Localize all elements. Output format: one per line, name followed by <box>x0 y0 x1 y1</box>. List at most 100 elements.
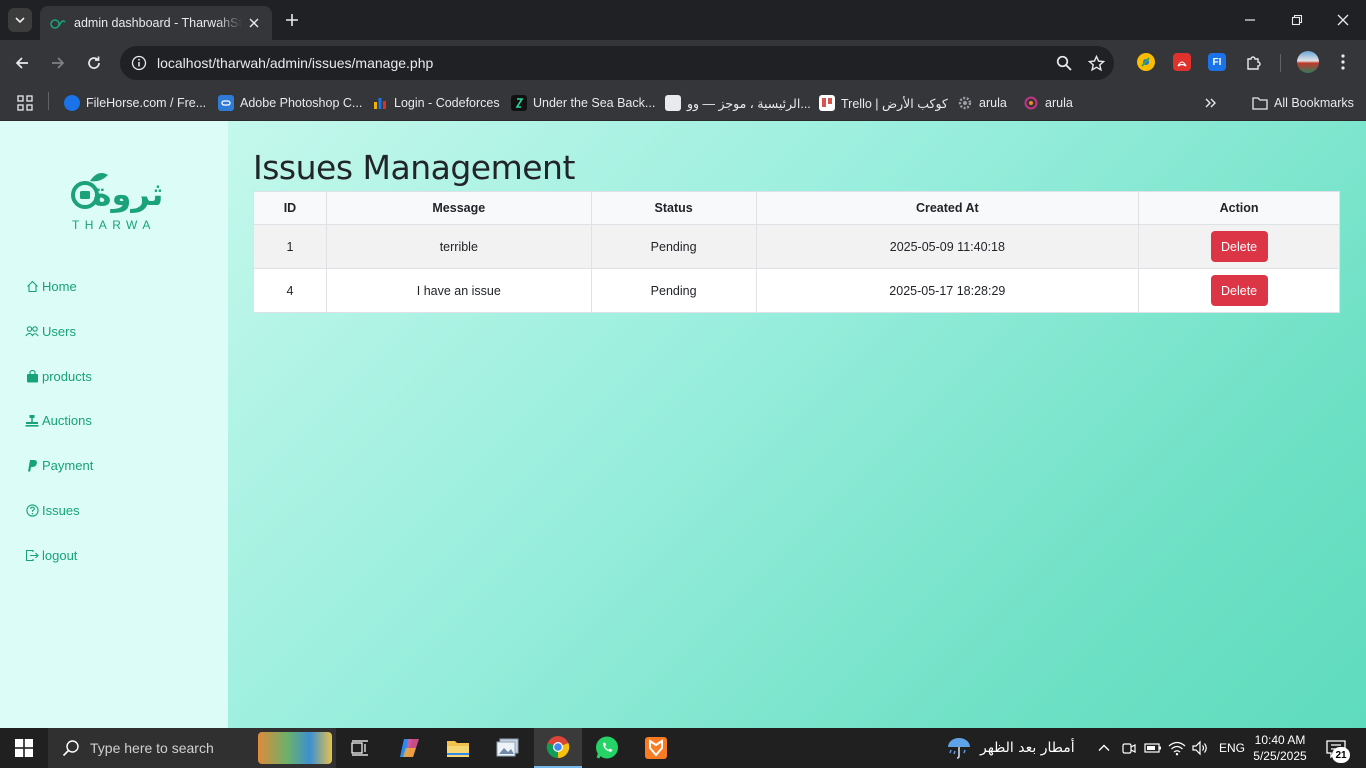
bookmark-item[interactable]: Adobe Photoshop C... <box>218 92 362 114</box>
site-info-icon[interactable] <box>130 54 148 72</box>
svg-text:ثروة: ثروة <box>93 175 164 213</box>
zoom-search-icon[interactable] <box>1055 54 1073 72</box>
start-button[interactable] <box>0 728 48 768</box>
weather-text: أمطار بعد الظهر <box>980 740 1075 756</box>
page-title: Issues Management <box>253 148 575 187</box>
sidebar-item-payment[interactable]: Payment <box>25 455 93 475</box>
bookmarks-divider <box>48 92 49 110</box>
bookmark-item[interactable]: الرئيسية ، موجز — وو... <box>665 92 811 114</box>
xampp-icon <box>645 737 667 759</box>
restore-button[interactable] <box>1285 8 1309 32</box>
image-viewer-icon <box>496 738 519 757</box>
profile-avatar[interactable] <box>1297 51 1319 73</box>
column-header-action: Action <box>1138 191 1340 225</box>
cell-created-at: 2025-05-17 18:28:29 <box>755 268 1140 313</box>
tab-title: admin dashboard - TharwahStore <box>74 16 242 30</box>
sidebar-item-auctions[interactable]: Auctions <box>25 410 92 430</box>
back-button[interactable] <box>9 50 35 76</box>
clock-date: 5/25/2025 <box>1253 749 1307 763</box>
bookmark-item[interactable]: Login - Codeforces <box>372 92 500 114</box>
tharwa-favicon-icon <box>50 15 66 31</box>
close-window-button[interactable] <box>1331 8 1355 32</box>
apps-grid-icon[interactable] <box>17 92 33 114</box>
windows-logo-icon <box>15 739 33 757</box>
issues-table: ID Message Status Created At Action 1 te… <box>253 191 1340 313</box>
people-icon <box>25 324 39 338</box>
fi-ext-icon[interactable]: FI <box>1208 53 1226 71</box>
copilot-app[interactable] <box>386 728 434 768</box>
minimize-button[interactable] <box>1238 8 1262 32</box>
page: ثروة THARWA Home Users products Auctions… <box>0 121 1366 728</box>
xampp-app[interactable] <box>632 728 680 768</box>
more-bookmarks-chevron-icon[interactable] <box>1205 92 1217 114</box>
sidebar-item-products[interactable]: products <box>25 366 92 386</box>
language-indicator[interactable]: ENG <box>1219 728 1245 768</box>
arrow-right-icon <box>52 57 65 69</box>
battery-icon[interactable] <box>1144 728 1162 768</box>
system-clock[interactable]: 10:40 AM 5/25/2025 <box>1252 732 1308 764</box>
cell-id: 1 <box>253 224 327 269</box>
chrome-ext-icon[interactable] <box>1137 53 1155 71</box>
column-header-message: Message <box>325 191 592 225</box>
volume-icon[interactable] <box>1191 728 1209 768</box>
acrobat-ext-icon[interactable] <box>1173 53 1191 71</box>
browser-tab-bar: admin dashboard - TharwahStore <box>0 0 1366 40</box>
cell-status: Pending <box>590 268 757 313</box>
wifi-icon[interactable] <box>1168 728 1186 768</box>
meet-now-icon[interactable] <box>1121 728 1137 768</box>
cell-action: Delete <box>1138 224 1340 269</box>
reload-button[interactable] <box>81 50 107 76</box>
photos-app[interactable] <box>484 728 532 768</box>
bookmark-item[interactable]: FileHorse.com / Fre... <box>64 92 206 114</box>
clock-time: 10:40 AM <box>1254 733 1306 747</box>
tab-close-icon[interactable] <box>246 15 262 31</box>
table-row: 4 I have an issue Pending 2025-05-17 18:… <box>253 268 1340 313</box>
table-row: 1 terrible Pending 2025-05-09 11:40:18 D… <box>253 224 1340 269</box>
tab-search-button[interactable] <box>8 8 32 32</box>
sidebar-item-home[interactable]: Home <box>25 276 77 296</box>
bag-icon <box>25 369 39 383</box>
search-placeholder: Type here to search <box>90 740 214 756</box>
delete-button[interactable]: Delete <box>1210 275 1268 306</box>
sidebar-item-issues[interactable]: Issues <box>25 500 80 520</box>
sidebar-item-users[interactable]: Users <box>25 321 76 341</box>
sidebar-item-logout[interactable]: logout <box>25 545 77 565</box>
bookmark-item[interactable]: Under the Sea Back... <box>511 92 655 114</box>
delete-button[interactable]: Delete <box>1210 231 1268 262</box>
cell-message: I have an issue <box>325 268 592 313</box>
reload-icon <box>88 56 100 69</box>
weather-widget[interactable]: أمطار بعد الظهر <box>946 728 1075 768</box>
minimize-icon <box>1245 19 1255 21</box>
bookmark-item[interactable]: arula <box>957 92 1007 114</box>
trello-icon <box>819 95 835 111</box>
chevron-down-icon <box>15 17 25 24</box>
cell-created-at: 2025-05-09 11:40:18 <box>755 224 1140 269</box>
all-bookmarks-folder[interactable]: All Bookmarks <box>1252 92 1354 114</box>
search-icon <box>62 740 79 757</box>
auction-icon <box>25 413 39 427</box>
search-highlight-image <box>258 732 332 764</box>
under-sea-icon <box>511 95 527 111</box>
kebab-menu-icon[interactable] <box>1334 53 1352 71</box>
extensions-puzzle-icon[interactable] <box>1245 53 1263 71</box>
plus-icon <box>286 14 298 26</box>
chrome-app[interactable] <box>534 728 582 768</box>
new-tab-button[interactable] <box>282 10 302 30</box>
address-bar[interactable]: localhost/tharwah/admin/issues/manage.ph… <box>120 46 1114 80</box>
bookmark-item[interactable]: arula <box>1023 92 1073 114</box>
toolbar-divider <box>1280 54 1281 72</box>
forward-button[interactable] <box>45 50 71 76</box>
cell-status: Pending <box>590 224 757 269</box>
chevron-up-icon <box>1098 744 1110 751</box>
file-explorer-app[interactable] <box>434 728 482 768</box>
show-hidden-icons-button[interactable] <box>1097 728 1111 768</box>
browser-toolbar: localhost/tharwah/admin/issues/manage.ph… <box>0 40 1366 85</box>
question-circle-icon <box>25 503 39 517</box>
whatsapp-app[interactable] <box>583 728 631 768</box>
task-view-button[interactable] <box>336 728 384 768</box>
taskbar-search-box[interactable]: Type here to search <box>48 728 336 768</box>
bookmark-star-icon[interactable] <box>1087 54 1105 72</box>
bookmarks-bar: FileHorse.com / Fre... Adobe Photoshop C… <box>0 85 1366 121</box>
bookmark-item[interactable]: Trello | كوكب الأرض <box>819 92 948 114</box>
browser-tab[interactable]: admin dashboard - TharwahStore <box>40 6 272 40</box>
